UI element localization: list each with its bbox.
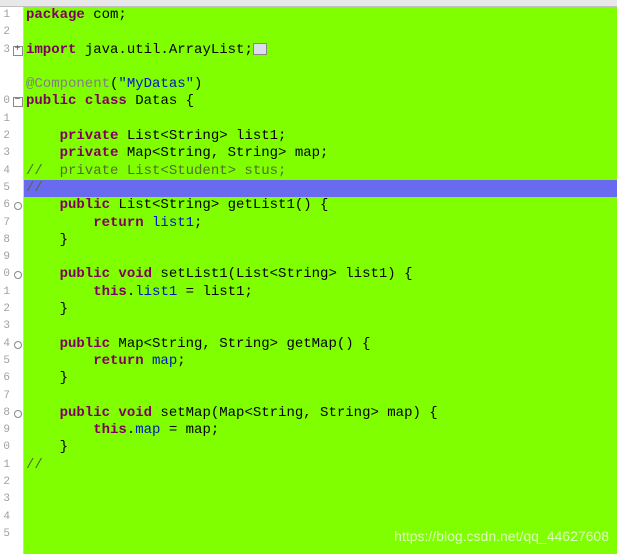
code-line[interactable]: import java.util.ArrayList; [24, 42, 617, 59]
line-number: 1 [0, 111, 12, 128]
line-number: 2 [0, 301, 12, 318]
code-line[interactable] [24, 509, 617, 526]
line-number: 3 [0, 42, 12, 59]
code-line[interactable] [24, 491, 617, 508]
fold-expand-icon[interactable] [12, 42, 23, 59]
fold-cell [12, 215, 23, 232]
line-number: 4 [0, 509, 12, 526]
code-line[interactable]: this.list1 = list1; [24, 284, 617, 301]
fold-method-icon[interactable] [12, 336, 23, 353]
code-line[interactable]: public Map<String, String> getMap() { [24, 336, 617, 353]
line-number: 1 [0, 284, 12, 301]
line-number: 9 [0, 422, 12, 439]
fold-cell [12, 145, 23, 162]
code-line[interactable] [24, 59, 617, 76]
fold-cell [12, 76, 23, 93]
code-line[interactable]: public class Datas { [24, 93, 617, 110]
code-line[interactable] [24, 111, 617, 128]
line-number: 5 [0, 353, 12, 370]
code-line[interactable] [24, 24, 617, 41]
line-number: 4 [0, 336, 12, 353]
fold-cell [12, 7, 23, 24]
fold-cell [12, 111, 23, 128]
code-line[interactable]: } [24, 439, 617, 456]
line-number: 1 [0, 457, 12, 474]
code-line[interactable]: // [24, 457, 617, 474]
code-line[interactable] [24, 474, 617, 491]
fold-cell [12, 59, 23, 76]
watermark-text: https://blog.csdn.net/qq_44627608 [394, 528, 609, 544]
line-number: 7 [0, 388, 12, 405]
fold-method-icon[interactable] [12, 266, 23, 283]
line-number: 6 [0, 370, 12, 387]
line-number: 4 [0, 163, 12, 180]
fold-cell [12, 388, 23, 405]
line-number: 9 [0, 249, 12, 266]
code-line[interactable] [24, 318, 617, 335]
fold-cell [12, 353, 23, 370]
code-line[interactable]: private Map<String, String> map; [24, 145, 617, 162]
line-number: 8 [0, 232, 12, 249]
line-number [0, 59, 12, 76]
fold-cell [12, 180, 23, 197]
editor-tabs-strip[interactable] [0, 0, 617, 7]
code-line[interactable]: return list1; [24, 215, 617, 232]
line-number: 2 [0, 474, 12, 491]
code-line[interactable]: } [24, 370, 617, 387]
line-number: 3 [0, 318, 12, 335]
fold-cell [12, 24, 23, 41]
line-number-gutter: 1 2 3 0 1 2 3 4 5 6 7 8 9 0 1 2 3 4 5 6 … [0, 7, 12, 554]
code-line[interactable] [24, 388, 617, 405]
line-number [0, 76, 12, 93]
line-number: 5 [0, 180, 12, 197]
line-number: 0 [0, 93, 12, 110]
line-number: 5 [0, 526, 12, 543]
fold-cell [12, 284, 23, 301]
code-line[interactable]: } [24, 232, 617, 249]
fold-cell [12, 439, 23, 456]
line-number: 7 [0, 215, 12, 232]
code-line[interactable]: public List<String> getList1() { [24, 197, 617, 214]
fold-cell [12, 163, 23, 180]
fold-cell [12, 457, 23, 474]
fold-method-icon[interactable] [12, 197, 23, 214]
folded-imports-icon[interactable] [253, 43, 267, 55]
fold-collapse-icon[interactable] [12, 93, 23, 110]
code-line[interactable]: private List<String> list1; [24, 128, 617, 145]
fold-cell [12, 249, 23, 266]
code-line[interactable]: this.map = map; [24, 422, 617, 439]
line-number: 3 [0, 145, 12, 162]
code-area[interactable]: package com; import java.util.ArrayList;… [24, 7, 617, 554]
code-line[interactable]: // private List<Student> stus; [24, 163, 617, 180]
line-number: 1 [0, 7, 12, 24]
line-number: 2 [0, 128, 12, 145]
line-number: 3 [0, 491, 12, 508]
fold-cell [12, 422, 23, 439]
fold-cell [12, 318, 23, 335]
code-line-selected[interactable]: // [24, 180, 617, 197]
code-line[interactable]: @Component("MyDatas") [24, 76, 617, 93]
code-line[interactable]: package com; [24, 7, 617, 24]
fold-method-icon[interactable] [12, 405, 23, 422]
code-line[interactable] [24, 249, 617, 266]
line-number: 8 [0, 405, 12, 422]
code-line[interactable]: public void setMap(Map<String, String> m… [24, 405, 617, 422]
line-number: 0 [0, 266, 12, 283]
fold-cell [12, 370, 23, 387]
code-line[interactable]: return map; [24, 353, 617, 370]
line-number: 6 [0, 197, 12, 214]
fold-cell [12, 232, 23, 249]
code-line[interactable]: } [24, 301, 617, 318]
code-editor: 1 2 3 0 1 2 3 4 5 6 7 8 9 0 1 2 3 4 5 6 … [0, 7, 617, 554]
fold-cell [12, 128, 23, 145]
line-number: 2 [0, 24, 12, 41]
fold-column [12, 7, 24, 554]
line-number: 0 [0, 439, 12, 456]
code-line[interactable]: public void setList1(List<String> list1)… [24, 266, 617, 283]
fold-cell [12, 301, 23, 318]
